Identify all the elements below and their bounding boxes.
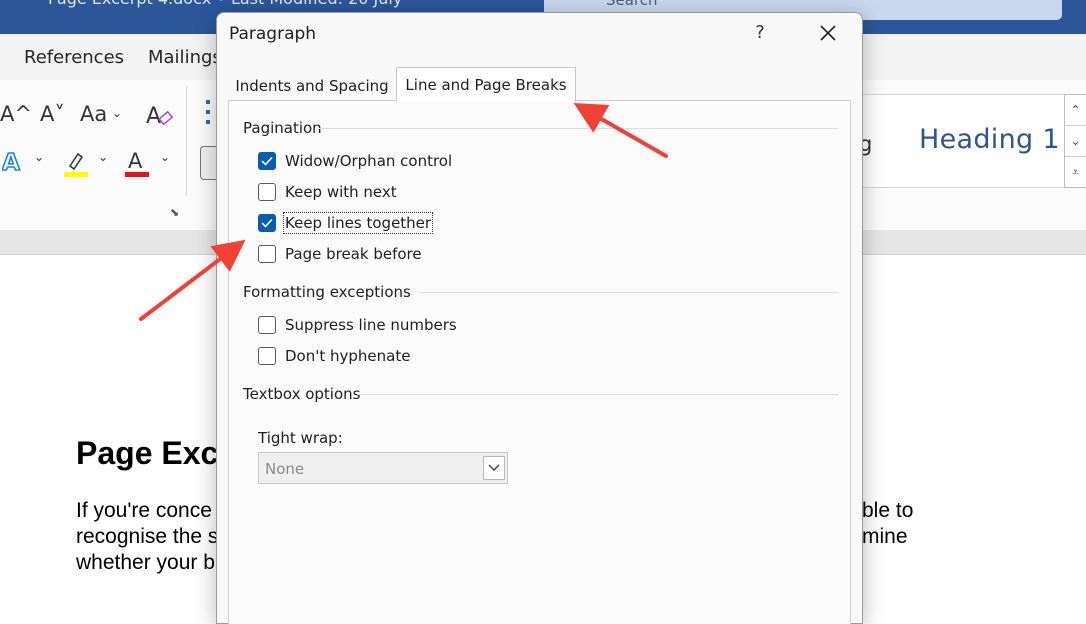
- document-text-line: recognise the s: [76, 525, 219, 548]
- group-divider: [419, 292, 838, 293]
- change-case-button[interactable]: Aa: [80, 102, 107, 126]
- formatting-exceptions-group-label: Formatting exceptions: [243, 283, 411, 301]
- pagination-group-label: Pagination: [243, 119, 322, 137]
- chevron-down-icon[interactable]: ⌄: [112, 106, 122, 120]
- search-placeholder: Search: [606, 0, 658, 9]
- document-heading: Page Exc: [76, 435, 219, 471]
- close-icon: [820, 25, 836, 41]
- styles-scroll[interactable]: ⌃ ⌄ ⩡: [1064, 94, 1086, 188]
- grow-font-button[interactable]: A^: [0, 102, 32, 126]
- document-text-line: ble to: [862, 499, 914, 522]
- highlight-color-icon[interactable]: [62, 148, 90, 178]
- shrink-font-button[interactable]: A˅: [40, 102, 65, 126]
- document-text-line: mine: [862, 525, 908, 548]
- keep-lines-together-label: Keep lines together: [282, 212, 434, 234]
- chevron-down-icon[interactable]: [483, 456, 505, 480]
- document-title: Page Excerpt 4.docx • Last Modified: 20 …: [48, 0, 402, 8]
- more-styles-icon[interactable]: ⩡: [1065, 157, 1086, 187]
- document-text-line: whether your b: [76, 551, 215, 574]
- tight-wrap-select[interactable]: None: [258, 452, 508, 484]
- dialog-title: Paragraph: [229, 24, 317, 44]
- tight-wrap-label: Tight wrap:: [258, 429, 343, 447]
- group-divider: [357, 394, 838, 395]
- page-break-before-option[interactable]: Page break before: [258, 243, 423, 265]
- style-heading-1[interactable]: Heading 1: [919, 124, 1060, 155]
- page-break-before-label: Page break before: [285, 245, 422, 263]
- keep-with-next-label: Keep with next: [285, 183, 397, 201]
- suppress-line-numbers-label: Suppress line numbers: [285, 316, 457, 334]
- dont-hyphenate-option[interactable]: Don't hyphenate: [258, 345, 411, 367]
- paragraph-dialog: Paragraph ? Indents and Spacing Line and…: [216, 12, 863, 624]
- ribbon-divider: [186, 86, 187, 196]
- tab-line-and-page-breaks[interactable]: Line and Page Breaks: [396, 67, 576, 102]
- chevron-down-icon[interactable]: ⌄: [34, 150, 44, 164]
- widow-orphan-control-label: Widow/Orphan control: [285, 152, 453, 170]
- close-button[interactable]: [813, 19, 843, 47]
- chevron-down-icon[interactable]: ⌄: [1065, 126, 1086, 157]
- suppress-line-numbers-checkbox[interactable]: [258, 316, 276, 334]
- svg-text:A: A: [128, 149, 143, 173]
- chevron-down-icon[interactable]: ⌄: [98, 150, 108, 164]
- help-button[interactable]: ?: [749, 19, 771, 47]
- dont-hyphenate-label: Don't hyphenate: [285, 347, 411, 365]
- document-text-line: If you're conce: [76, 499, 212, 522]
- text-effects-icon[interactable]: A: [2, 148, 28, 176]
- svg-text:A: A: [2, 150, 20, 176]
- font-color-icon[interactable]: A: [124, 146, 152, 178]
- page-break-before-checkbox[interactable]: [258, 245, 276, 263]
- styles-gallery[interactable]: g Heading 1: [858, 94, 1064, 188]
- tight-wrap-value: None: [265, 460, 305, 478]
- keep-lines-together-checkbox[interactable]: [258, 214, 276, 232]
- keep-with-next-checkbox[interactable]: [258, 183, 276, 201]
- keep-with-next-option[interactable]: Keep with next: [258, 181, 398, 203]
- dont-hyphenate-checkbox[interactable]: [258, 347, 276, 365]
- group-divider: [319, 128, 838, 129]
- textbox-options-group-label: Textbox options: [243, 385, 361, 403]
- suppress-line-numbers-option[interactable]: Suppress line numbers: [258, 314, 458, 336]
- clear-formatting-icon[interactable]: A: [146, 102, 174, 128]
- tab-indents-and-spacing[interactable]: Indents and Spacing: [228, 70, 396, 102]
- svg-text:A: A: [146, 104, 161, 128]
- widow-orphan-control-checkbox[interactable]: [258, 152, 276, 170]
- font-dialog-launcher-icon[interactable]: ⬊: [170, 206, 179, 219]
- chevron-down-icon[interactable]: ⌄: [160, 150, 170, 164]
- keep-lines-together-option[interactable]: Keep lines together: [258, 212, 434, 234]
- line-and-page-breaks-panel: Pagination Widow/Orphan control Keep wit…: [228, 100, 851, 624]
- menu-references[interactable]: References: [24, 47, 124, 68]
- widow-orphan-control-option[interactable]: Widow/Orphan control: [258, 150, 453, 172]
- chevron-up-icon[interactable]: ⌃: [1065, 95, 1086, 126]
- menu-mailings[interactable]: Mailings: [148, 47, 222, 68]
